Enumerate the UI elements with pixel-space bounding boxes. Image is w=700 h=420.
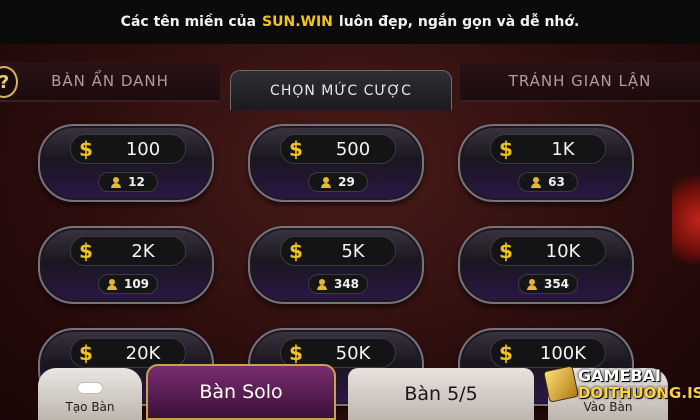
bet-amount: 20K	[125, 343, 161, 364]
create-table-button[interactable]: Tạo Bàn	[38, 368, 142, 420]
player-count-pill: 63	[518, 172, 578, 192]
bet-card-500[interactable]: $ 500 29	[248, 124, 424, 202]
bet-amount-pill: $ 10K	[490, 236, 606, 266]
user-icon	[316, 278, 327, 290]
user-icon	[526, 278, 537, 290]
tab-bar: BÀN ẨN DANH CHỌN MỨC CƯỢC TRÁNH GIAN LẬN	[0, 62, 700, 110]
player-count: 348	[333, 277, 360, 291]
bottom-bar: Tạo Bàn Bàn Solo Bàn 5/5 Vào Bàn	[0, 364, 700, 420]
gamepad-icon	[77, 382, 103, 394]
bet-card-2k[interactable]: $ 2K 109	[38, 226, 214, 304]
bet-amount: 10K	[545, 241, 581, 262]
bet-amount: 50K	[335, 343, 371, 364]
bet-amount: 1K	[551, 139, 575, 160]
user-icon	[321, 176, 332, 188]
question-icon: ?	[0, 72, 9, 93]
dollar-icon: $	[79, 137, 93, 161]
player-count: 12	[128, 175, 145, 189]
player-count: 354	[543, 277, 570, 291]
dollar-icon: $	[289, 239, 303, 263]
tab-label: TRÁNH GIAN LẬN	[508, 72, 652, 90]
join-table-label: Vào Bàn	[583, 400, 633, 414]
bet-card-5k[interactable]: $ 5K 348	[248, 226, 424, 304]
join-table-button[interactable]: Vào Bàn	[548, 368, 668, 420]
side-decoration	[672, 160, 700, 280]
player-count: 63	[548, 175, 565, 189]
bet-amount: 100K	[539, 343, 587, 364]
user-icon	[111, 176, 122, 188]
solo-table-label: Bàn Solo	[199, 381, 283, 403]
dollar-icon: $	[499, 341, 513, 365]
banner-suffix: luôn đẹp, ngắn gọn và dễ nhớ.	[338, 14, 580, 30]
player-count-pill: 354	[518, 274, 578, 294]
tab-choose-bet[interactable]: CHỌN MỨC CƯỢC	[230, 70, 452, 110]
dollar-icon: $	[499, 239, 513, 263]
bet-amount: 500	[335, 139, 371, 160]
bet-card-1k[interactable]: $ 1K 63	[458, 124, 634, 202]
user-icon	[106, 278, 117, 290]
tab-label: BÀN ẨN DANH	[51, 72, 169, 90]
bet-amount-pill: $ 500	[280, 134, 396, 164]
top-banner: Các tên miền của SUN.WIN luôn đẹp, ngắn …	[0, 0, 700, 44]
player-count-pill: 348	[308, 274, 368, 294]
banner-prefix: Các tên miền của	[120, 14, 257, 30]
dollar-icon: $	[289, 137, 303, 161]
player-count-pill: 29	[308, 172, 368, 192]
player-count-pill: 12	[98, 172, 158, 192]
user-icon	[531, 176, 542, 188]
bet-amount-pill: $ 1K	[490, 134, 606, 164]
tab-avoid-cheating[interactable]: TRÁNH GIAN LẬN	[460, 62, 700, 102]
create-table-label: Tạo Bàn	[65, 400, 115, 414]
bet-amount: 5K	[341, 241, 365, 262]
five-player-table-button[interactable]: Bàn 5/5	[348, 368, 534, 420]
dollar-icon: $	[499, 137, 513, 161]
solo-table-button[interactable]: Bàn Solo	[146, 364, 336, 420]
dollar-icon: $	[79, 341, 93, 365]
player-count-pill: 109	[98, 274, 158, 294]
tab-anonymous-table[interactable]: BÀN ẨN DANH	[0, 62, 220, 102]
five-player-table-label: Bàn 5/5	[404, 383, 478, 405]
banner-highlight: SUN.WIN	[262, 14, 333, 30]
dollar-icon: $	[79, 239, 93, 263]
bet-card-10k[interactable]: $ 10K 354	[458, 226, 634, 304]
player-count: 109	[123, 277, 150, 291]
player-count: 29	[338, 175, 355, 189]
bet-amount: 100	[125, 139, 161, 160]
dollar-icon: $	[289, 341, 303, 365]
bet-amount-pill: $ 5K	[280, 236, 396, 266]
bet-amount: 2K	[131, 241, 155, 262]
tab-label: CHỌN MỨC CƯỢC	[270, 82, 412, 99]
bet-card-100[interactable]: $ 100 12	[38, 124, 214, 202]
bet-amount-pill: $ 2K	[70, 236, 186, 266]
bet-amount-pill: $ 100	[70, 134, 186, 164]
